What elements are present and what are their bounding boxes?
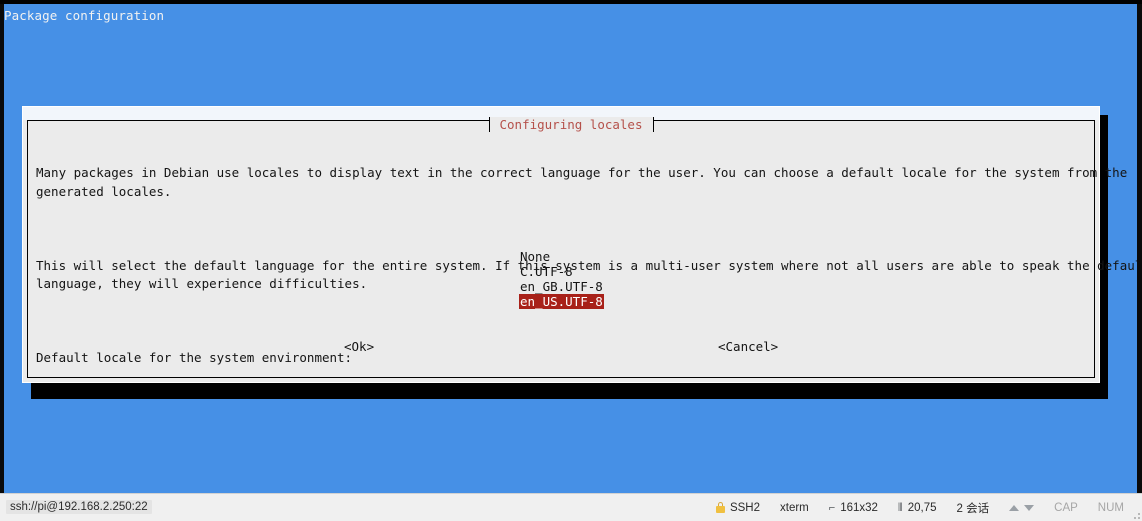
status-session-count[interactable]: 2 会话: [947, 494, 1000, 521]
ok-button[interactable]: <Ok>: [344, 339, 374, 354]
terminal-type-label: xterm: [780, 501, 809, 514]
status-transfer-indicators: [999, 494, 1044, 521]
download-arrow-icon: [1024, 504, 1035, 511]
connection-status: ssh://pi@192.168.2.250:22: [6, 500, 152, 514]
terminal-right-edge: [1137, 4, 1142, 493]
locale-option-en-us-utf8[interactable]: en_US.UTF-8: [519, 294, 604, 309]
caps-lock-label: CAP: [1054, 501, 1078, 514]
status-bar: ssh://pi@192.168.2.250:22 SSH2 xterm ⌐ 1…: [0, 493, 1142, 521]
resize-grip[interactable]: [1130, 509, 1140, 519]
session-count-label: 2 会话: [956, 502, 990, 515]
cursor-position-label: 20,75: [907, 501, 937, 514]
terminal-canvas[interactable]: Package configuration Configuring locale…: [0, 4, 1142, 493]
locale-option-en-gb-utf8[interactable]: en_GB.UTF-8: [519, 279, 604, 294]
terminal-left-edge: [0, 4, 4, 493]
upload-arrow-icon: [1009, 504, 1020, 511]
status-cursor-position[interactable]: ⦀ 20,75: [888, 494, 947, 521]
status-bar-right-group: SSH2 xterm ⌐ 161x32 ⦀ 20,75 2 会话 CAP NUM: [674, 494, 1134, 521]
dialog-paragraph-1: Many packages in Debian use locales to d…: [36, 165, 1128, 199]
locale-option-c-utf8[interactable]: C.UTF-8: [519, 264, 574, 279]
status-protocol[interactable]: SSH2: [674, 494, 770, 521]
lock-icon: [684, 502, 725, 513]
dialog-paragraph-3: Default locale for the system environmen…: [36, 350, 353, 365]
status-terminal-type[interactable]: xterm: [770, 494, 819, 521]
locale-option-none[interactable]: None: [519, 249, 551, 264]
status-num-lock: NUM: [1088, 494, 1134, 521]
locale-option-list[interactable]: None C.UTF-8 en_GB.UTF-8 en_US.UTF-8: [519, 249, 604, 309]
num-lock-label: NUM: [1097, 501, 1124, 514]
cancel-button[interactable]: <Cancel>: [718, 339, 778, 354]
screen-size-label: 161x32: [840, 501, 878, 514]
status-screen-size[interactable]: ⌐ 161x32: [819, 494, 888, 521]
status-caps-lock: CAP: [1044, 494, 1088, 521]
package-configuration-header: Package configuration: [4, 8, 165, 23]
dialog-top-band: [23, 107, 1099, 120]
terminal-application-window: Package configuration Configuring locale…: [0, 0, 1142, 521]
